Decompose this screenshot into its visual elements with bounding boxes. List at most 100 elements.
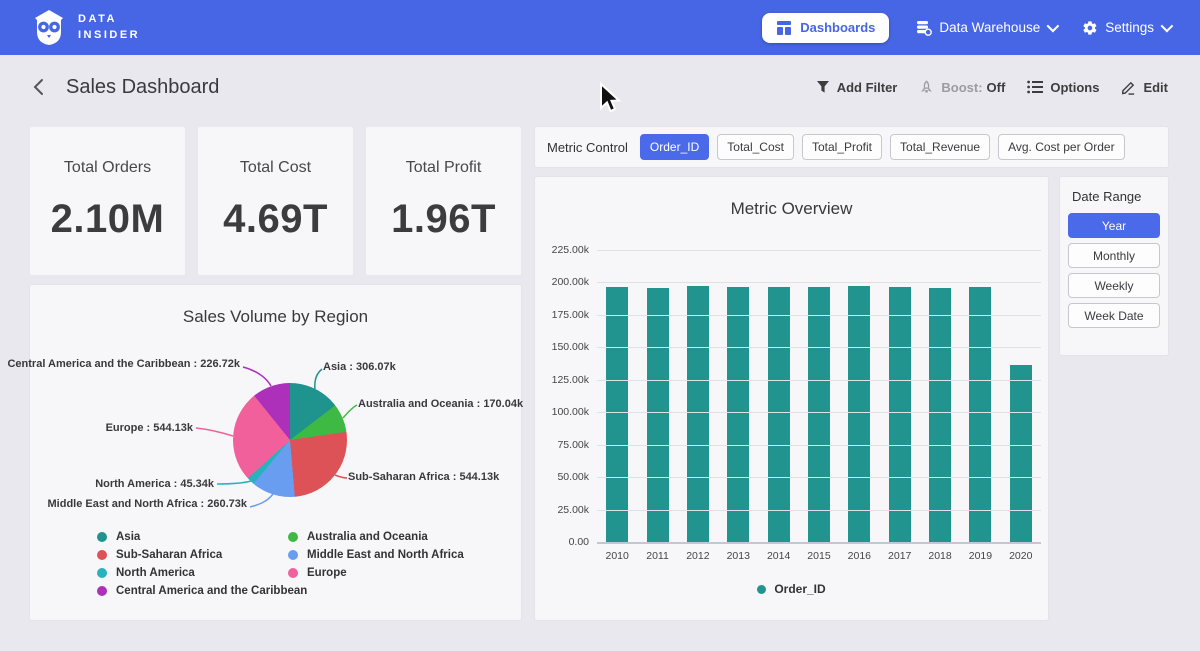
gridline xyxy=(597,380,1041,381)
bar[interactable] xyxy=(687,286,709,542)
pie-legend-column-2: Australia and Oceania Middle East and Nor… xyxy=(288,531,464,585)
legend-label: Asia xyxy=(116,531,140,543)
bar[interactable] xyxy=(768,287,790,542)
x-axis-labels: 2010201120122013201420152016201720182019… xyxy=(597,550,1041,562)
gridline xyxy=(597,445,1041,446)
dashboards-label: Dashboards xyxy=(800,20,875,35)
bar-slot xyxy=(839,250,879,542)
bar-slot xyxy=(799,250,839,542)
metric-button-total-profit[interactable]: Total_Profit xyxy=(802,134,882,160)
pie-legend-item[interactable]: Sub-Saharan Africa xyxy=(97,549,307,561)
pie-chart-title: Sales Volume by Region xyxy=(30,285,521,327)
pie-legend-item[interactable]: Asia xyxy=(97,531,307,543)
back-button[interactable] xyxy=(32,78,46,96)
kpi-value: 4.69T xyxy=(198,197,353,242)
kpi-card-1: Total Orders2.10M xyxy=(30,127,185,275)
bar[interactable] xyxy=(808,287,830,542)
settings-menu[interactable]: Settings xyxy=(1082,20,1170,36)
bar[interactable] xyxy=(889,287,911,542)
pie-callout-line xyxy=(315,369,322,389)
chevron-down-icon xyxy=(1161,20,1174,33)
pie-slice-label: Asia : 306.07k xyxy=(323,361,396,373)
bar[interactable] xyxy=(848,286,870,542)
pie-chart[interactable] xyxy=(233,383,347,497)
metric-button-total-cost[interactable]: Total_Cost xyxy=(717,134,794,160)
date-range-button-weekly[interactable]: Weekly xyxy=(1068,273,1160,298)
database-icon xyxy=(915,19,932,36)
gridline xyxy=(597,542,1041,544)
bar[interactable] xyxy=(727,287,749,542)
metric-control-bar: Metric Control Order_ID Total_Cost Total_P… xyxy=(535,127,1168,167)
date-range-label: Date Range xyxy=(1072,189,1160,204)
bar-chart-legend[interactable]: Order_ID xyxy=(535,582,1048,596)
boost-toggle[interactable]: Boost: Off xyxy=(919,80,1005,95)
x-tick-label: 2013 xyxy=(718,550,758,562)
metric-control-label: Metric Control xyxy=(547,140,628,155)
bar-slot xyxy=(960,250,1000,542)
edit-button[interactable]: Edit xyxy=(1121,80,1168,95)
legend-label: Central America and the Caribbean xyxy=(116,585,307,597)
pencil-icon xyxy=(1121,80,1136,95)
legend-label: Europe xyxy=(307,567,347,579)
pie-legend-item[interactable]: Central America and the Caribbean xyxy=(97,585,307,597)
legend-dot xyxy=(97,586,107,596)
data-warehouse-menu[interactable]: Data Warehouse xyxy=(915,19,1056,36)
bar-slot xyxy=(1001,250,1041,542)
bar-slot xyxy=(597,250,637,542)
bar-slot xyxy=(718,250,758,542)
dashboards-button[interactable]: Dashboards xyxy=(762,13,889,43)
bar[interactable] xyxy=(969,287,991,542)
legend-dot xyxy=(97,532,107,542)
x-tick-label: 2017 xyxy=(880,550,920,562)
sales-volume-pie-card: Sales Volume by Region Asia : 306.07k Aus… xyxy=(30,285,521,620)
bar-chart-plot-area: 2010201120122013201420152016201720182019… xyxy=(597,250,1041,542)
pie-legend-item[interactable]: Australia and Oceania xyxy=(288,531,464,543)
x-tick-label: 2018 xyxy=(920,550,960,562)
date-range-button-monthly[interactable]: Monthly xyxy=(1068,243,1160,268)
pie-legend-item[interactable]: Middle East and North Africa xyxy=(288,549,464,561)
x-tick-label: 2014 xyxy=(758,550,798,562)
bar[interactable] xyxy=(647,288,669,543)
legend-label: Sub-Saharan Africa xyxy=(116,549,222,561)
bar[interactable] xyxy=(929,288,951,543)
pie-legend-column-1: Asia Sub-Saharan Africa North America Centr… xyxy=(97,531,307,603)
x-tick-label: 2010 xyxy=(597,550,637,562)
kpi-label: Total Cost xyxy=(198,159,353,177)
brand: DATA INSIDER xyxy=(30,9,140,47)
settings-label: Settings xyxy=(1105,20,1154,35)
metric-button-total-revenue[interactable]: Total_Revenue xyxy=(890,134,990,160)
pie-legend-item[interactable]: Europe xyxy=(288,567,464,579)
bar[interactable] xyxy=(1010,365,1032,542)
bar-chart-title: Metric Overview xyxy=(535,177,1048,219)
top-navbar: DATA INSIDER Dashboards Data Warehouse xyxy=(0,0,1200,55)
y-tick-label: 150.00k xyxy=(533,341,589,353)
pie-callout-line xyxy=(335,475,347,478)
legend-dot xyxy=(757,585,766,594)
metric-button-avg-cost-per-order[interactable]: Avg. Cost per Order xyxy=(998,134,1125,160)
gridline xyxy=(597,250,1041,251)
legend-label: Order_ID xyxy=(774,582,825,596)
bar[interactable] xyxy=(606,287,628,542)
boost-label: Boost: xyxy=(941,80,982,95)
page-title: Sales Dashboard xyxy=(66,76,219,99)
legend-dot xyxy=(97,568,107,578)
rocket-icon xyxy=(919,80,934,95)
bar-slot xyxy=(637,250,677,542)
pie-legend-item[interactable]: North America xyxy=(97,567,307,579)
metric-button-order-id[interactable]: Order_ID xyxy=(640,134,709,160)
date-range-button-week-date[interactable]: Week Date xyxy=(1068,303,1160,328)
legend-label: Australia and Oceania xyxy=(307,531,428,543)
gridline xyxy=(597,510,1041,511)
y-tick-label: 100.00k xyxy=(533,406,589,418)
pie-callout-line xyxy=(217,481,251,484)
pie-callout-line xyxy=(196,428,233,436)
options-button[interactable]: Options xyxy=(1027,80,1099,95)
y-tick-label: 125.00k xyxy=(533,374,589,386)
pie-slice-label: Australia and Oceania : 170.04k xyxy=(358,398,523,410)
add-filter-button[interactable]: Add Filter xyxy=(816,80,898,95)
date-range-button-year[interactable]: Year xyxy=(1068,213,1160,238)
y-tick-label: 175.00k xyxy=(533,309,589,321)
x-tick-label: 2019 xyxy=(960,550,1000,562)
bar-slot xyxy=(758,250,798,542)
y-tick-label: 225.00k xyxy=(533,244,589,256)
